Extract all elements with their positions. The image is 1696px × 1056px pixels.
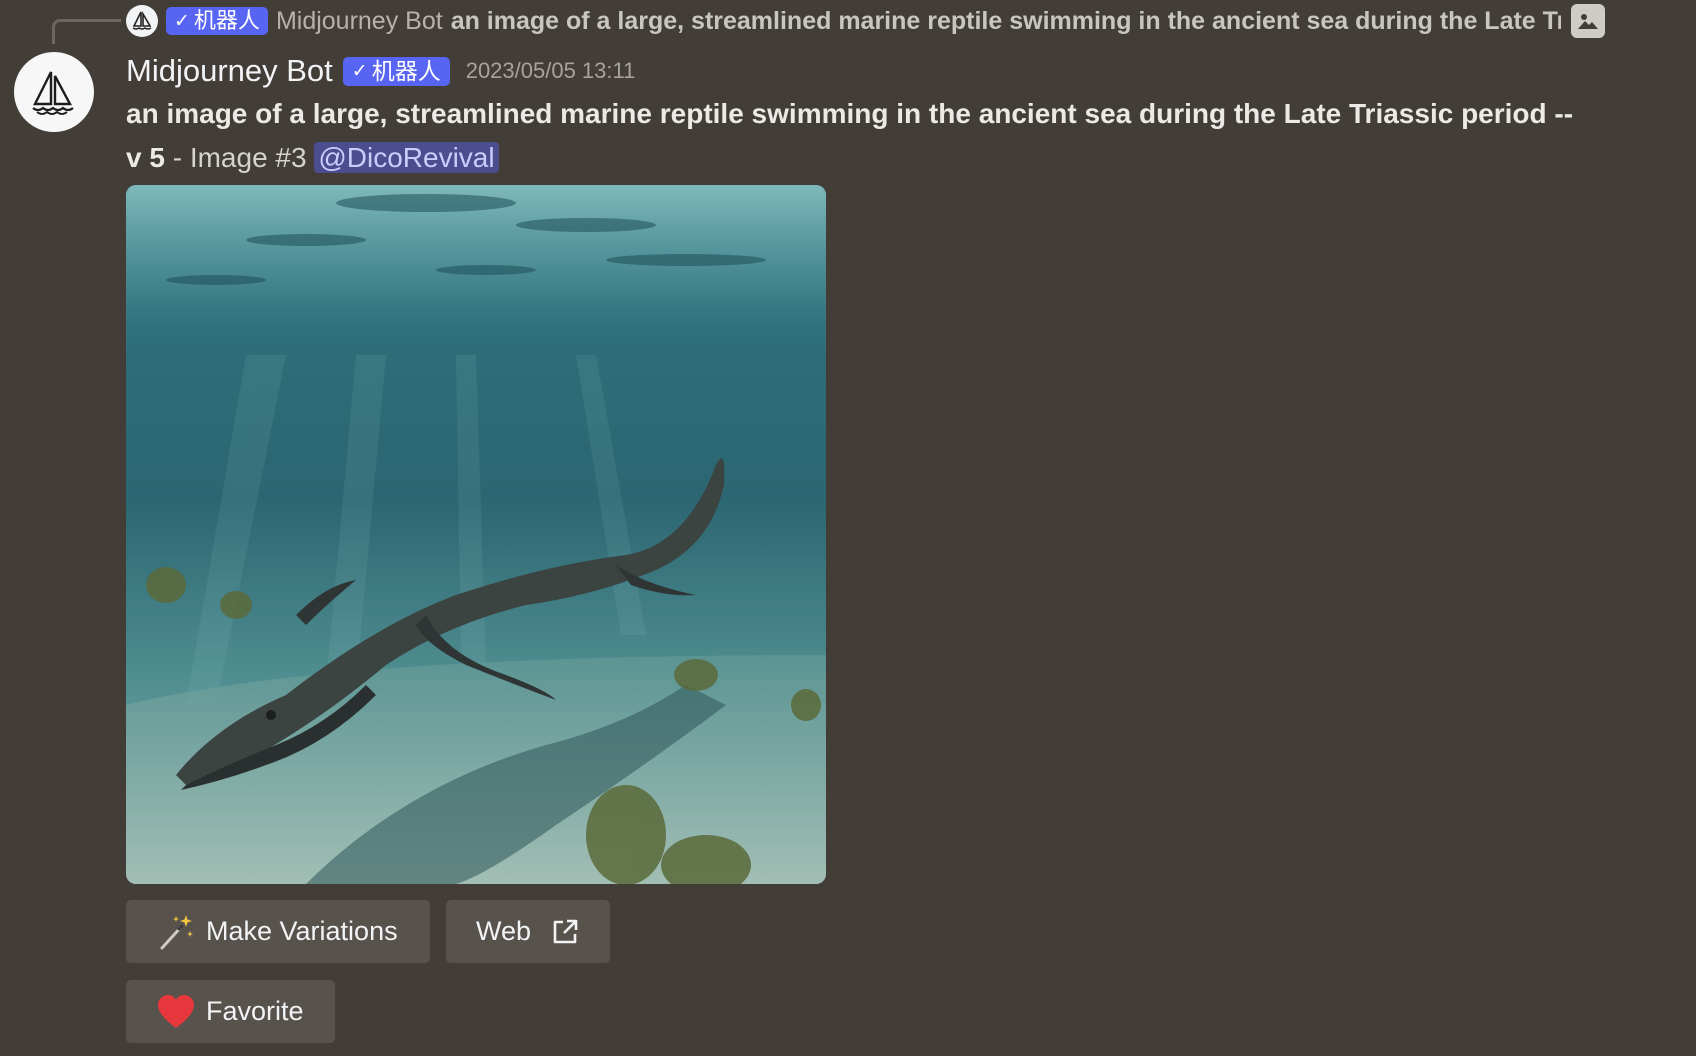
bot-tag-label: 机器人 xyxy=(371,57,441,84)
magic-wand-icon xyxy=(156,912,196,952)
message-content: an image of a large, streamlined marine … xyxy=(126,92,1586,180)
favorite-label: Favorite xyxy=(206,996,304,1026)
reply-text[interactable]: an image of a large, streamlined marine … xyxy=(451,7,1561,36)
reply-bot-tag: ✓ 机器人 xyxy=(166,7,268,35)
make-variations-button[interactable]: Make Variations xyxy=(126,900,430,963)
check-icon: ✓ xyxy=(174,10,190,32)
web-label: Web xyxy=(476,916,532,946)
message-header: Midjourney Bot ✓ 机器人 2023/05/05 13:11 xyxy=(126,50,635,92)
reply-spine xyxy=(52,19,121,44)
web-button[interactable]: Web xyxy=(446,900,610,963)
user-mention[interactable]: @DicoRevival xyxy=(314,142,499,173)
reply-author[interactable]: Midjourney Bot xyxy=(276,7,443,36)
image-attachment[interactable] xyxy=(126,185,826,884)
make-variations-label: Make Variations xyxy=(206,916,398,946)
check-icon: ✓ xyxy=(351,60,368,82)
external-link-icon xyxy=(551,918,579,946)
image-number-text: - Image #3 xyxy=(164,142,315,173)
bot-tag: ✓ 机器人 xyxy=(342,56,450,86)
author-avatar[interactable] xyxy=(14,52,94,132)
sailboat-logo-icon xyxy=(132,11,152,30)
sailboat-logo-icon xyxy=(32,71,74,115)
heart-icon xyxy=(156,994,196,1030)
reply-bot-tag-label: 机器人 xyxy=(193,8,260,33)
marine-reptile-image xyxy=(126,185,826,884)
reply-preview[interactable]: ✓ 机器人 Midjourney Bot an image of a large… xyxy=(126,4,1626,38)
favorite-button[interactable]: Favorite xyxy=(126,980,335,1043)
timestamp[interactable]: 2023/05/05 13:11 xyxy=(466,58,636,84)
image-icon xyxy=(1570,4,1605,38)
reply-avatar[interactable] xyxy=(126,5,158,37)
author-name[interactable]: Midjourney Bot xyxy=(126,53,333,89)
